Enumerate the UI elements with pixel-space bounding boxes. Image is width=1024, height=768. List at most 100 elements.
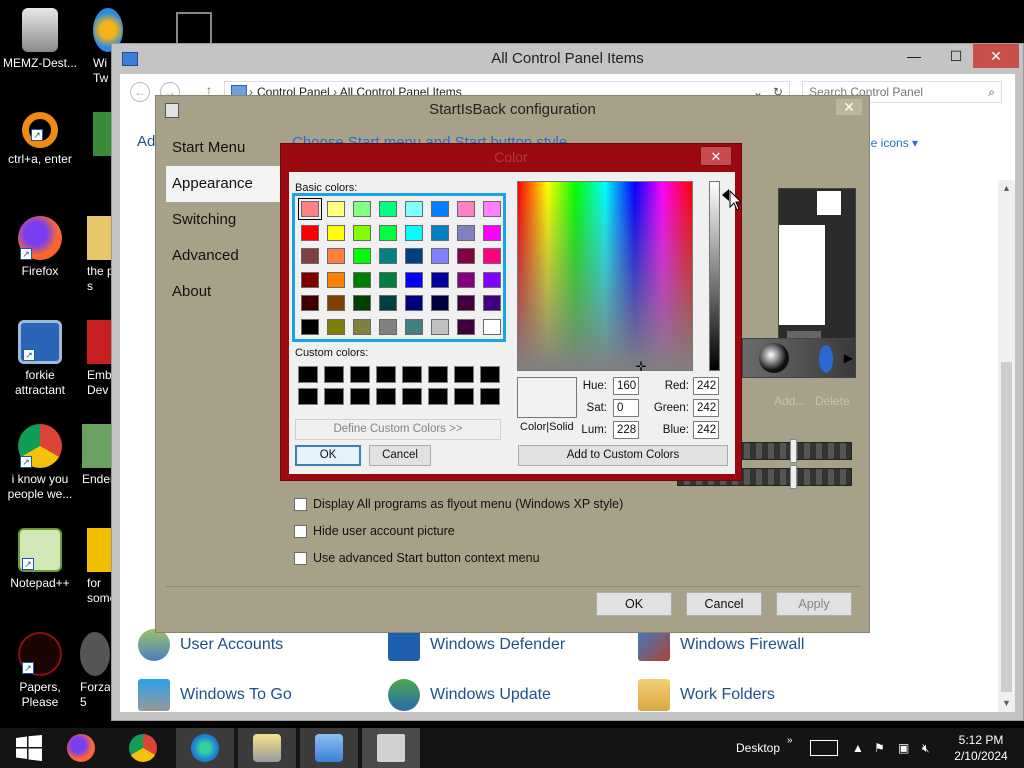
define-custom-colors-button[interactable]: Define Custom Colors >> — [295, 419, 501, 440]
delete-link[interactable]: Delete — [815, 394, 850, 408]
red-field[interactable]: 242 — [693, 377, 719, 395]
taskbar-app[interactable] — [238, 728, 296, 768]
nav-item-start-menu[interactable]: Start Menu — [166, 130, 280, 166]
taskbar-app[interactable] — [300, 728, 358, 768]
basic-color-swatch[interactable] — [457, 224, 475, 241]
keyboard-icon[interactable] — [810, 740, 838, 756]
basic-color-swatch[interactable] — [431, 224, 449, 241]
slider-knob[interactable] — [790, 439, 797, 463]
ok-button[interactable]: OK — [596, 592, 672, 616]
checkbox[interactable] — [294, 524, 307, 538]
orb-icon[interactable] — [819, 345, 833, 373]
flag-icon[interactable]: ⚑ — [874, 728, 885, 768]
cancel-button[interactable]: Cancel — [369, 445, 431, 466]
basic-color-swatch[interactable] — [353, 248, 371, 264]
close-button[interactable]: ✕ — [835, 98, 863, 116]
custom-color-swatch[interactable] — [376, 388, 396, 405]
back-button[interactable]: ← — [130, 82, 150, 102]
basic-color-swatch[interactable] — [353, 295, 371, 311]
start-button[interactable] — [0, 728, 58, 768]
basic-color-swatch[interactable] — [379, 248, 397, 264]
basic-color-swatch[interactable] — [327, 201, 345, 217]
basic-color-swatch[interactable] — [483, 295, 501, 311]
basic-color-swatch[interactable] — [301, 295, 319, 311]
start-button-style-strip[interactable]: ▶ — [742, 338, 856, 378]
custom-color-swatch[interactable] — [454, 388, 474, 405]
luminosity-bar[interactable] — [709, 181, 720, 371]
window-stack-icon[interactable] — [176, 12, 212, 46]
basic-color-swatch[interactable] — [483, 224, 501, 241]
basic-color-swatch[interactable] — [483, 271, 501, 288]
minimize-button[interactable]: — — [897, 44, 931, 68]
basic-color-swatch[interactable] — [301, 318, 319, 335]
basic-color-swatch[interactable] — [353, 318, 371, 335]
custom-color-swatch[interactable] — [454, 366, 474, 383]
taskbar-app[interactable] — [176, 728, 234, 768]
basic-color-swatch[interactable] — [353, 201, 371, 217]
scroll-up-arrow[interactable]: ▲ — [998, 180, 1015, 197]
basic-color-swatch[interactable] — [431, 318, 449, 335]
custom-color-swatch[interactable] — [480, 388, 500, 405]
desktop-icon-memz[interactable]: MEMZ-Dest... — [0, 8, 80, 71]
basic-color-swatch[interactable] — [353, 224, 371, 241]
cancel-button[interactable]: Cancel — [686, 592, 762, 616]
taskbar-app[interactable] — [52, 728, 110, 768]
basic-color-swatch[interactable] — [457, 201, 475, 217]
custom-color-swatch[interactable] — [402, 388, 422, 405]
nav-item-switching[interactable]: Switching — [166, 202, 280, 238]
custom-color-swatch[interactable] — [480, 366, 500, 383]
cp-item-windows-to-go[interactable]: Windows To Go — [138, 677, 292, 713]
basic-color-swatch[interactable] — [483, 201, 501, 217]
desktop-icon-forkie[interactable]: ↗ forkie attractant — [0, 320, 80, 398]
network-icon[interactable]: ▣ — [898, 728, 909, 768]
scroll-down-arrow[interactable]: ▼ — [998, 695, 1015, 712]
basic-color-swatch[interactable] — [457, 271, 475, 288]
nav-item-appearance[interactable]: Appearance — [166, 166, 280, 202]
custom-color-swatch[interactable] — [350, 366, 370, 383]
green-field[interactable]: 242 — [693, 399, 719, 417]
orb-icon[interactable] — [759, 343, 789, 373]
checkbox[interactable] — [294, 551, 307, 565]
desktop-icon-ctrl-a[interactable]: ↗ ctrl+a, enter — [0, 112, 80, 167]
custom-color-swatch[interactable] — [324, 366, 344, 383]
basic-color-swatch[interactable] — [431, 295, 449, 311]
basic-color-swatch[interactable] — [301, 271, 319, 288]
basic-color-swatch[interactable] — [405, 248, 423, 264]
basic-color-swatch[interactable] — [405, 201, 423, 217]
lum-field[interactable]: 228 — [613, 421, 639, 439]
close-button[interactable]: ✕ — [700, 146, 732, 166]
basic-color-swatch[interactable] — [431, 271, 449, 288]
basic-color-swatch[interactable] — [353, 271, 371, 288]
ok-button[interactable]: OK — [295, 445, 361, 466]
add-to-custom-colors-button[interactable]: Add to Custom Colors — [518, 445, 728, 466]
desktop-icon-chrome[interactable]: ↗ i know you people we... — [0, 424, 80, 502]
basic-color-swatch[interactable] — [379, 224, 397, 241]
custom-color-swatch[interactable] — [428, 388, 448, 405]
desktop-toolbar-label[interactable]: Desktop — [736, 728, 780, 768]
cp-item-work-folders[interactable]: Work Folders — [638, 677, 775, 713]
basic-color-swatch[interactable] — [457, 248, 475, 264]
basic-color-swatch[interactable] — [405, 318, 423, 335]
custom-color-swatch[interactable] — [402, 366, 422, 383]
checkbox-flyout-menu[interactable]: Display All programs as flyout menu (Win… — [294, 494, 623, 514]
basic-color-swatch[interactable] — [379, 201, 397, 217]
basic-color-swatch[interactable] — [327, 295, 345, 311]
maximize-button[interactable]: ☐ — [939, 44, 973, 68]
basic-color-swatch[interactable] — [405, 271, 423, 288]
desktop-icon-firefox[interactable]: ↗ Firefox — [0, 216, 80, 279]
chevron-right-icon[interactable]: ▶ — [844, 351, 853, 365]
cp-item-windows-update[interactable]: Windows Update — [388, 677, 551, 713]
blue-field[interactable]: 242 — [693, 421, 719, 439]
show-hidden-icons[interactable]: ▲ — [852, 728, 864, 768]
nav-item-advanced[interactable]: Advanced — [166, 238, 280, 274]
basic-color-swatch[interactable] — [431, 248, 449, 264]
custom-color-swatch[interactable] — [376, 366, 396, 383]
custom-color-swatch[interactable] — [298, 366, 318, 383]
luminosity-arrow[interactable] — [722, 189, 729, 201]
basic-color-swatch[interactable] — [301, 248, 319, 264]
vertical-scrollbar[interactable]: ▲ ▼ — [998, 180, 1015, 712]
taskbar-app[interactable] — [362, 728, 420, 768]
custom-color-swatch[interactable] — [324, 388, 344, 405]
scroll-thumb[interactable] — [1001, 362, 1012, 692]
basic-color-swatch[interactable] — [405, 224, 423, 241]
